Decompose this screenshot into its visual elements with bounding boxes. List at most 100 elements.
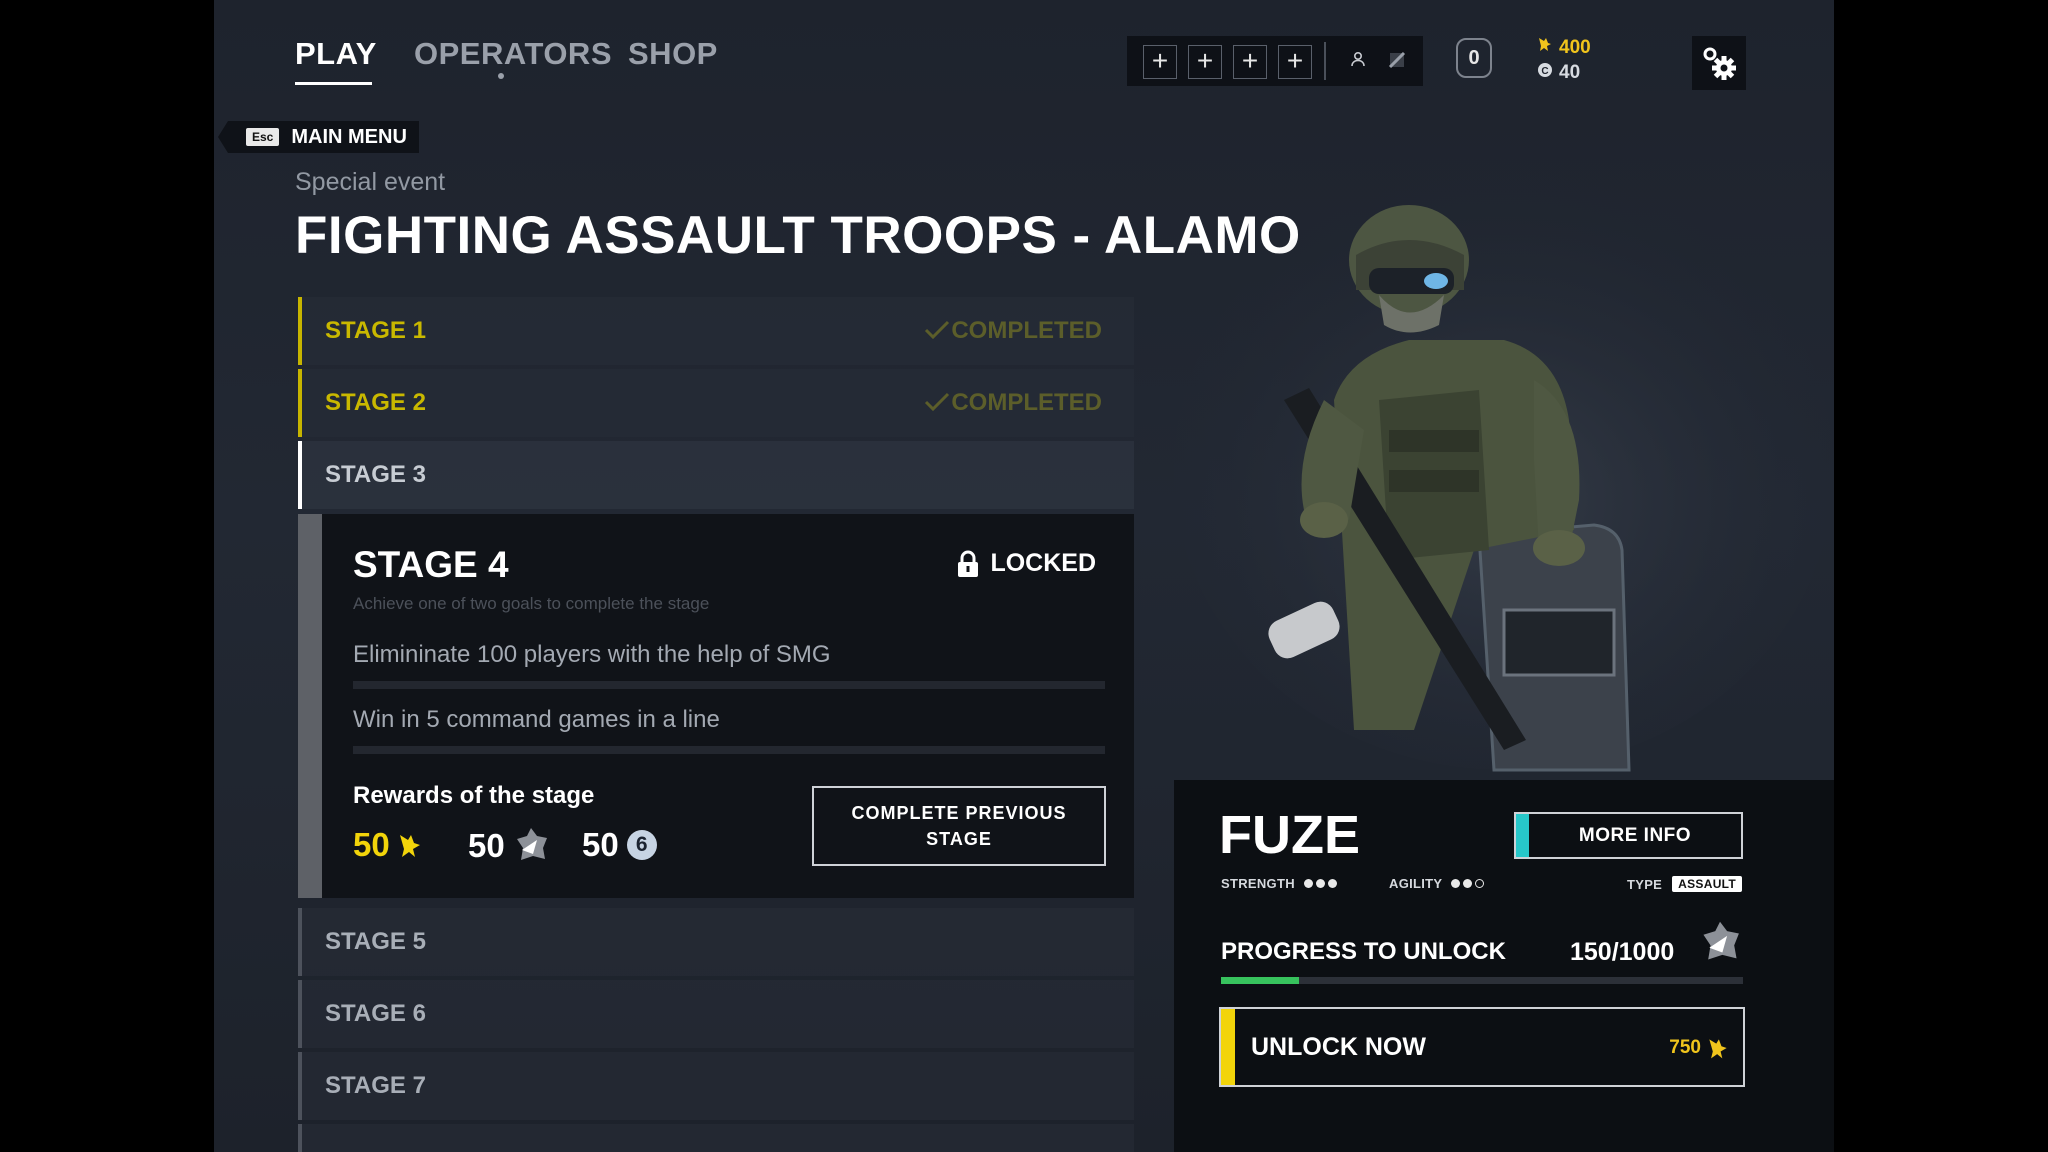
stage-accent	[298, 1124, 302, 1152]
checkmark-icon	[925, 320, 950, 340]
reward-gold: 50	[353, 826, 425, 864]
event-subtitle: Special event	[295, 168, 446, 196]
operator-type: TYPE ASSAULT	[1627, 876, 1743, 892]
button-accent	[1516, 814, 1529, 857]
stage-label: STAGE 3	[325, 461, 426, 488]
progress-value: 150/1000	[1570, 938, 1675, 966]
stage-status: COMPLETED	[923, 389, 1102, 417]
reward-xp-value: 50	[582, 826, 619, 863]
agility-stat: AGILITY	[1389, 876, 1485, 891]
stage-label: STAGE 2	[325, 389, 426, 416]
agility-dots	[1448, 876, 1485, 891]
stage-status: COMPLETED	[923, 317, 1102, 345]
stage-row-6[interactable]: STAGE 6	[298, 980, 1134, 1048]
gold-amount: 400	[1559, 37, 1591, 58]
stage-row-5[interactable]: STAGE 5	[298, 908, 1134, 976]
tab-shop[interactable]: SHOP	[628, 36, 718, 72]
stat-dot	[1451, 879, 1461, 888]
reward-gold-value: 50	[353, 826, 390, 863]
stage-row-2[interactable]: STAGE 2 COMPLETED	[298, 369, 1134, 437]
tab-play[interactable]: PLAY	[295, 36, 377, 72]
button-label-line-2: STAGE	[926, 829, 992, 849]
gold-coin-icon	[1709, 1039, 1727, 1059]
svg-text:C: C	[1541, 66, 1548, 77]
tab-operators[interactable]: OPERATORS	[414, 36, 612, 72]
stage-accent	[298, 297, 302, 365]
unlock-now-button[interactable]: UNLOCK NOW 750	[1219, 1007, 1745, 1087]
goal-1-progress	[353, 681, 1105, 689]
lock-icon	[958, 550, 979, 577]
stage-accent	[298, 441, 302, 509]
main-menu-button[interactable]: Esc MAIN MENU	[218, 121, 419, 153]
gold-coin-icon	[1536, 35, 1554, 59]
credit-currency: C 40	[1536, 62, 1580, 84]
invite-slot-4-button[interactable]: +	[1278, 45, 1312, 79]
gold-coin-icon	[399, 835, 420, 857]
more-info-label: MORE INFO	[1578, 825, 1692, 846]
stage-status-text: COMPLETED	[951, 389, 1102, 416]
invite-slot-2-button[interactable]: +	[1188, 45, 1222, 79]
credit-icon: C	[1536, 62, 1554, 84]
reward-operator-token: 50	[468, 826, 553, 866]
type-badge: ASSAULT	[1672, 876, 1743, 892]
stat-dot	[1315, 879, 1325, 888]
unlock-progress-bar	[1221, 977, 1743, 984]
stage-label: STAGE 1	[325, 317, 426, 344]
operator-name: FUZE	[1219, 805, 1360, 865]
notification-dot	[498, 73, 504, 79]
button-label-line-1: COMPLETE PREVIOUS	[851, 803, 1067, 823]
person-icon[interactable]	[1346, 50, 1370, 74]
stage-accent	[298, 369, 302, 437]
unlock-price-value: 750	[1669, 1037, 1701, 1058]
stage-accent	[298, 1052, 302, 1120]
operator-token-icon	[1703, 921, 1739, 960]
stat-dot	[1327, 879, 1337, 888]
stat-dot-empty	[1475, 879, 1485, 888]
invite-slot-3-button[interactable]: +	[1233, 45, 1267, 79]
locked-label: LOCKED	[990, 549, 1096, 577]
agility-label: AGILITY	[1389, 876, 1443, 891]
xp-badge-icon: 6	[625, 828, 659, 862]
player-level-badge: 0	[1456, 38, 1492, 78]
gold-currency: 400	[1536, 35, 1591, 59]
stage-4-title: STAGE 4	[353, 544, 509, 585]
checkmark-icon	[925, 392, 950, 412]
progress-label: PROGRESS TO UNLOCK	[1221, 938, 1506, 965]
reward-xp: 50 6	[582, 826, 659, 864]
letterbox-right	[1834, 0, 2048, 1152]
stage-row-7[interactable]: STAGE 7	[298, 1052, 1134, 1120]
squad-bar: + + + +	[1127, 36, 1423, 86]
reward-token-value: 50	[468, 827, 505, 864]
letterbox-left	[0, 0, 214, 1152]
invite-slot-1-button[interactable]: +	[1143, 45, 1177, 79]
stage-status-text: COMPLETED	[951, 317, 1102, 344]
page-title: FIGHTING ASSAULT TROOPS - ALAMO	[295, 206, 1301, 265]
stage-4-panel: STAGE 4 LOCKED Achieve one of two goals …	[298, 514, 1134, 898]
unlock-progress-fill	[1221, 977, 1300, 984]
operator-token-icon	[516, 828, 547, 860]
settings-button[interactable]	[1692, 36, 1746, 90]
rewards-label: Rewards of the stage	[353, 782, 595, 809]
main-menu-label: MAIN MENU	[291, 125, 407, 148]
button-accent	[1221, 1009, 1235, 1085]
stage-row-8-partial[interactable]	[298, 1124, 1134, 1152]
stage-row-3[interactable]: STAGE 3	[298, 441, 1134, 509]
stage-label: STAGE 6	[325, 1000, 426, 1027]
locked-status: LOCKED	[956, 549, 1096, 578]
esc-key-hint: Esc	[246, 128, 280, 146]
strength-dots	[1301, 876, 1337, 891]
flag-icon[interactable]	[1385, 50, 1409, 74]
more-info-button[interactable]: MORE INFO	[1514, 812, 1743, 859]
stage-row-1[interactable]: STAGE 1 COMPLETED	[298, 297, 1134, 365]
goal-2-text: Win in 5 command games in a line	[353, 706, 720, 733]
gear-icon	[1703, 47, 1736, 80]
stage-accent	[298, 514, 322, 898]
unlock-now-label: UNLOCK NOW	[1251, 1033, 1426, 1061]
complete-previous-stage-button[interactable]: COMPLETE PREVIOUS STAGE	[812, 786, 1106, 866]
type-label: TYPE	[1627, 876, 1663, 892]
stage-accent	[298, 908, 302, 976]
stage-accent	[298, 980, 302, 1048]
unlock-price: 750	[1669, 1035, 1731, 1061]
stage-hint: Achieve one of two goals to complete the…	[353, 594, 710, 613]
goal-2-progress	[353, 746, 1105, 754]
